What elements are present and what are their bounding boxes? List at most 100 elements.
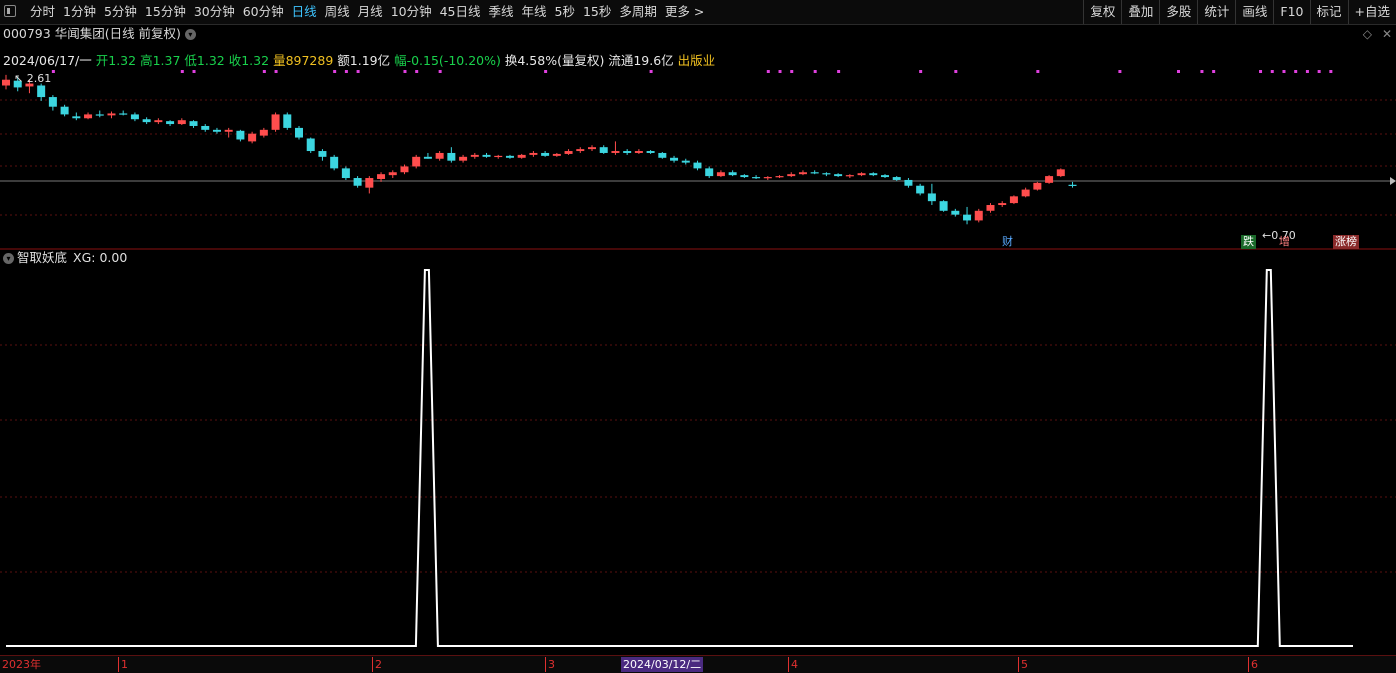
candle-body <box>798 172 807 175</box>
candle-body <box>377 174 386 179</box>
candle-body <box>177 120 186 125</box>
candle-body <box>1056 169 1065 177</box>
high-price-label: 2.61 <box>26 72 52 85</box>
signal-marker <box>919 70 923 73</box>
fall-badge[interactable]: 跌 <box>1241 235 1256 249</box>
candle-body <box>588 147 596 150</box>
signal-marker <box>438 70 442 73</box>
candle-body <box>60 106 69 115</box>
signal-marker <box>180 70 184 73</box>
candle-body <box>939 201 948 211</box>
candle-body <box>881 175 889 178</box>
finance-badge[interactable]: 财 <box>1000 235 1015 249</box>
high-price-note: ↖ 2.61 <box>14 72 52 85</box>
candle-body <box>1045 176 1054 183</box>
candle-body <box>142 119 151 123</box>
candle-body <box>400 166 409 173</box>
candle-body <box>611 151 620 153</box>
candle-body <box>810 172 819 174</box>
candle-body <box>494 155 503 158</box>
candle-body <box>412 156 421 167</box>
candle-body <box>658 152 667 158</box>
signal-marker <box>356 70 360 73</box>
candle-body <box>857 173 866 176</box>
candle-body <box>37 85 46 98</box>
candle-body <box>283 114 292 128</box>
candle-body <box>740 175 749 178</box>
signal-marker <box>415 70 419 73</box>
x-axis-label-2: 2 <box>372 657 382 672</box>
candle-body <box>306 138 315 152</box>
candle-body <box>189 121 198 126</box>
candle-body <box>869 173 878 176</box>
candle-body <box>763 177 772 179</box>
candle-body <box>248 133 257 142</box>
candle-body <box>447 152 456 161</box>
reference-arrow-icon <box>1390 177 1396 185</box>
candle-body <box>1033 182 1042 190</box>
candle-body <box>435 152 444 159</box>
candle-body <box>775 176 784 178</box>
candle-body <box>693 162 702 169</box>
signal-marker <box>192 70 196 73</box>
signal-marker <box>403 70 407 73</box>
candle-body <box>634 151 643 153</box>
x-axis-label-3: 3 <box>545 657 555 672</box>
x-axis-label-5: 4 <box>788 657 798 672</box>
signal-marker <box>1200 70 1204 73</box>
signal-marker <box>262 70 266 73</box>
candle-body <box>1021 189 1030 197</box>
candle-body <box>541 152 550 156</box>
indicator-name: 智取妖底 <box>17 250 68 265</box>
candle-body <box>236 130 245 140</box>
signal-marker <box>1305 70 1309 73</box>
candle-body <box>670 157 679 161</box>
candle-body <box>107 113 116 116</box>
candle-body <box>2 79 10 86</box>
signal-marker <box>1212 70 1216 73</box>
candle-body <box>552 153 561 156</box>
candle-body <box>787 174 796 177</box>
x-axis-label-6: 5 <box>1018 657 1028 672</box>
limit-list-badge[interactable]: 涨榜 <box>1333 235 1359 249</box>
candle-body <box>505 155 514 158</box>
signal-marker <box>51 70 55 73</box>
candle-body <box>646 151 655 153</box>
x-axis-label-4: 2024/03/12/二 <box>621 657 704 672</box>
candle-body <box>892 177 901 180</box>
candle-body <box>963 214 972 221</box>
kline-chart[interactable] <box>0 0 1396 672</box>
candle-body <box>130 114 139 120</box>
candle-body <box>341 168 350 179</box>
indicator-xg-value: XG: 0.00 <box>73 250 128 265</box>
candle-body <box>681 160 690 163</box>
candle-body <box>752 177 761 179</box>
candle-body <box>388 172 397 176</box>
candle-body <box>576 149 585 152</box>
signal-marker <box>1177 70 1180 73</box>
signal-marker <box>766 70 770 73</box>
candle-body <box>271 114 280 130</box>
chevron-down-icon[interactable]: ▾ <box>3 253 14 264</box>
candle-body <box>951 210 960 215</box>
signal-marker <box>1282 70 1286 73</box>
candle-body <box>564 151 573 154</box>
candle-body <box>95 114 104 116</box>
candle-body <box>119 113 128 115</box>
signal-marker <box>1259 70 1263 73</box>
signal-marker <box>344 70 348 73</box>
candle-body <box>48 97 57 107</box>
candle-body <box>529 152 538 155</box>
candle-body <box>1009 196 1018 204</box>
add-badge[interactable]: 增 <box>1277 235 1292 249</box>
candle-body <box>517 154 526 158</box>
candle-body <box>423 156 432 159</box>
candle-body <box>459 156 468 161</box>
signal-marker <box>837 70 841 73</box>
candle-body <box>259 129 268 136</box>
signal-marker <box>649 70 653 73</box>
candle-body <box>986 205 995 211</box>
signal-marker <box>1118 70 1122 73</box>
signal-marker <box>1294 70 1298 73</box>
x-axis-label-7: 6 <box>1248 657 1258 672</box>
